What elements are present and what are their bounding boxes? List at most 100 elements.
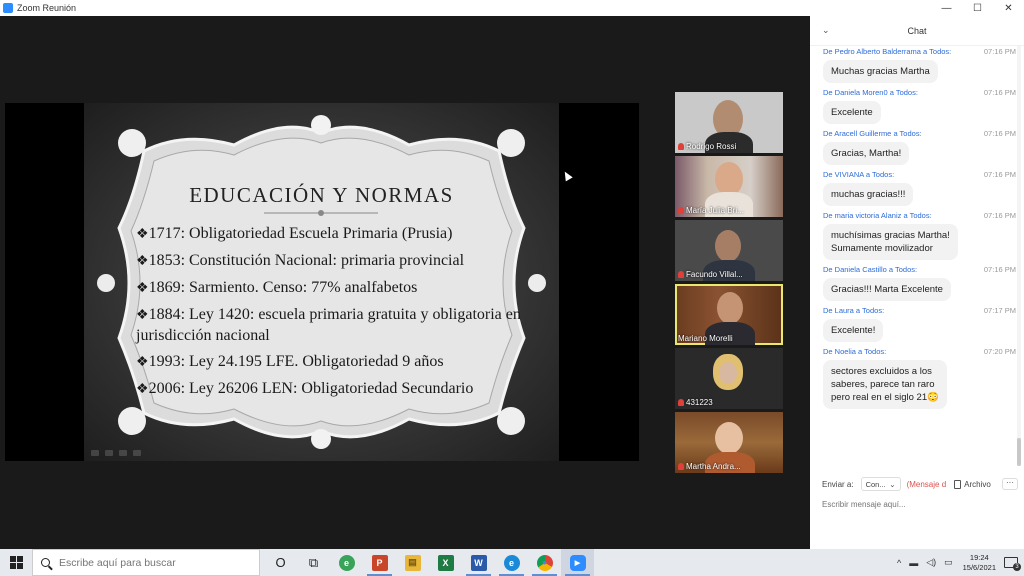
zoom-screen: Zoom Reunión — ☐ ✕ EDUCACIÓN Y NORMAS ❖1…	[0, 0, 1024, 576]
recipient-select[interactable]: Con... ⌄	[860, 477, 901, 491]
slide-annotation-tools[interactable]	[91, 450, 141, 456]
participant-face	[717, 292, 743, 324]
participant-video-active-speaker[interactable]: Mariano Morelli	[675, 284, 783, 345]
arrow-left-icon[interactable]	[91, 450, 99, 456]
pen-icon[interactable]	[105, 450, 113, 456]
chat-message: De Daniela Moren0 a Todos: 07:16 PM Excele…	[823, 87, 1016, 124]
taskbar-app-excel[interactable]: X	[429, 549, 462, 576]
chrome-icon: ●	[536, 554, 553, 571]
taskbar-app-chrome[interactable]: ●	[528, 549, 561, 576]
taskbar-app-powerpoint[interactable]: P	[363, 549, 396, 576]
chat-message-bubble: muchísimas gracias Martha! Sumamente mov…	[823, 224, 958, 260]
chat-message-bubble: Gracias, Martha!	[823, 142, 910, 165]
clock-date: 15/6/2021	[962, 562, 996, 572]
window-controls: — ☐ ✕	[931, 0, 1024, 16]
muted-mic-icon	[678, 399, 684, 406]
chat-message-bubble: muchas gracias!!!	[823, 183, 914, 206]
edge-icon: e	[503, 554, 520, 571]
slide-bullet: ❖1853: Constitución Nacional: primaria p…	[136, 252, 465, 269]
cortana-button[interactable]: O	[264, 549, 297, 576]
participant-name-label: 431223	[678, 398, 713, 407]
start-button[interactable]	[0, 549, 32, 576]
minimize-button[interactable]: —	[931, 0, 962, 16]
chat-timestamp: 07:16 PM	[983, 47, 1016, 56]
taskbar-app-browser[interactable]: e	[330, 549, 363, 576]
system-tray: ^ ▬ ◁) ▭ 19:24 15/6/2021 3	[893, 549, 1024, 576]
slide-bullet-list: ❖1717: Obligatoriedad Escuela Primaria (…	[136, 224, 526, 406]
chat-sender: De Laura a Todos:	[823, 306, 885, 315]
arrow-right-icon[interactable]	[133, 450, 141, 456]
chat-timestamp: 07:16 PM	[983, 129, 1016, 138]
taskbar-app-zoom[interactable]: ▶	[561, 549, 594, 576]
close-button[interactable]: ✕	[993, 0, 1024, 16]
window-title: Zoom Reunión	[17, 3, 77, 13]
chat-message-bubble: Excelente	[823, 101, 881, 124]
taskbar-app-word[interactable]: W	[462, 549, 495, 576]
keyboard-icon[interactable]: ▭	[944, 557, 953, 568]
slide-bullet: ❖2006: Ley 26206 LEN: Obligatoriedad Sec…	[136, 380, 474, 397]
chat-timestamp: 07:16 PM	[983, 88, 1016, 97]
chat-timestamp: 07:16 PM	[983, 265, 1016, 274]
chat-compose-input[interactable]	[822, 497, 1012, 511]
chat-message: De Daniela Castillo a Todos: 07:16 PM Grac…	[823, 264, 1016, 301]
chat-message-meta: De Laura a Todos: 07:17 PM	[823, 305, 1016, 316]
more-options-button[interactable]: ···	[1002, 478, 1018, 490]
chat-message-meta: De VIVIANA a Todos: 07:16 PM	[823, 169, 1016, 180]
volume-icon[interactable]: ◁)	[926, 557, 936, 568]
chat-message-bubble: sectores excluidos a los saberes, parece…	[823, 360, 947, 409]
cortana-icon: O	[275, 555, 286, 570]
chat-title: Chat	[907, 25, 927, 36]
chat-timestamp: 07:16 PM	[983, 211, 1016, 220]
participant-name-label: Mariano Morelli	[678, 334, 733, 343]
chat-message: De Laura a Todos: 07:17 PM Excelente!	[823, 305, 1016, 342]
maximize-button[interactable]: ☐	[962, 0, 993, 16]
taskbar-search-input[interactable]	[59, 556, 249, 569]
chat-message: De maria victoria Alaniz a Todos: 07:16 P…	[823, 210, 1016, 260]
participant-video[interactable]: María Julia Bri...	[675, 156, 783, 217]
chevron-up-icon[interactable]: ^	[897, 558, 901, 568]
chat-sender: De Pedro Alberto Balderrama a Todos:	[823, 47, 952, 56]
chat-message-meta: De Daniela Castillo a Todos: 07:16 PM	[823, 264, 1016, 275]
taskbar-app-edge[interactable]: e	[495, 549, 528, 576]
powerpoint-icon: P	[371, 554, 388, 571]
taskbar-app-file-explorer[interactable]: ▤	[396, 549, 429, 576]
chat-message-list[interactable]: De Pedro Alberto Balderrama a Todos: 07:1…	[810, 46, 1016, 464]
participant-video[interactable]: Rodrigo Rossi	[675, 92, 783, 153]
windows-logo-icon	[9, 556, 23, 569]
system-clock[interactable]: 19:24 15/6/2021	[963, 553, 996, 573]
chat-message-bubble: Excelente!	[823, 319, 884, 342]
chat-timestamp: 07:16 PM	[983, 170, 1016, 179]
chat-sender: De Aracell Guillerme a Todos:	[823, 129, 922, 138]
chat-sender: De maria victoria Alaniz a Todos:	[823, 211, 932, 220]
participant-face	[715, 230, 741, 262]
chat-message-bubble: Muchas gracias Martha	[823, 60, 938, 83]
chevron-down-icon[interactable]: ⌄	[822, 25, 830, 36]
taskbar-search[interactable]	[32, 549, 260, 576]
chat-sender: De Daniela Moren0 a Todos:	[823, 88, 918, 97]
shared-screen-slide: EDUCACIÓN Y NORMAS ❖1717: Obligatoriedad…	[5, 103, 639, 461]
battery-icon[interactable]: ▬	[909, 558, 918, 568]
notification-center-button[interactable]: 3	[1004, 557, 1021, 571]
participant-face	[715, 422, 743, 454]
muted-mic-icon	[678, 143, 684, 150]
chat-message-meta: De Pedro Alberto Balderrama a Todos: 07:1…	[823, 46, 1016, 57]
private-message-hint: (Mensaje d	[906, 479, 947, 489]
folder-icon: ▤	[404, 554, 421, 571]
windows-taskbar: O ⧉ e P ▤ X W e ● ▶ ^ ▬ ◁) ▭ 19:24 15/6/…	[0, 549, 1024, 576]
send-to-label: Enviar a:	[822, 479, 854, 489]
participant-video[interactable]: 431223	[675, 348, 783, 409]
participant-video[interactable]: Facundo Villal...	[675, 220, 783, 281]
participant-video[interactable]: Martha Andra...	[675, 412, 783, 473]
chat-timestamp: 07:20 PM	[983, 347, 1016, 356]
slide-bullet: ❖1869: Sarmiento. Censo: 77% analfabetos	[136, 279, 418, 296]
send-to-row: Enviar a: Con... ⌄ (Mensaje d Archivo ···	[810, 476, 1024, 492]
chat-message-bubble: Gracias!!! Marta Excelente	[823, 278, 951, 301]
slide-menu-icon[interactable]	[119, 450, 127, 456]
chevron-down-icon: ⌄	[889, 479, 896, 489]
window-titlebar[interactable]: Zoom Reunión — ☐ ✕	[0, 0, 1024, 16]
file-button[interactable]: Archivo	[954, 479, 991, 489]
task-view-button[interactable]: ⧉	[297, 549, 330, 576]
scrollbar-thumb[interactable]	[1017, 438, 1021, 466]
chat-scrollbar[interactable]	[1017, 46, 1021, 466]
muted-mic-icon	[678, 207, 684, 214]
